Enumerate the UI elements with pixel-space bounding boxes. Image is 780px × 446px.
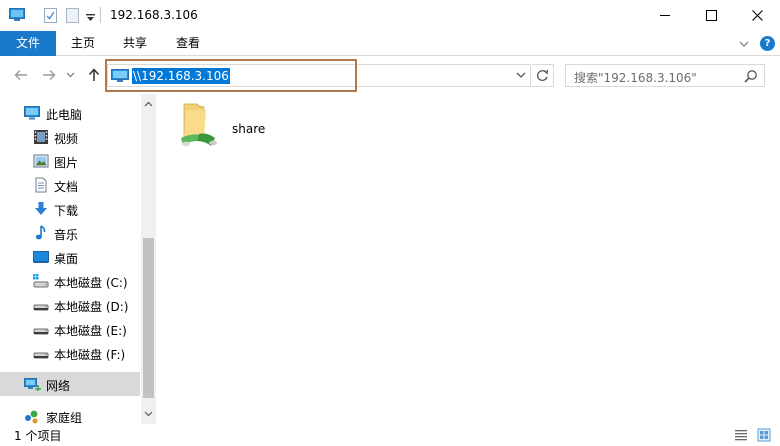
- pictures-icon: [33, 153, 49, 169]
- sidebar-item-pictures[interactable]: 图片: [0, 149, 140, 173]
- sidebar-item-label: 本地磁盘 (C:): [54, 276, 128, 290]
- list-item[interactable]: share: [175, 98, 295, 154]
- desktop-icon: [33, 249, 49, 265]
- sidebar-item-label: 下载: [54, 204, 79, 218]
- up-arrow-icon[interactable]: [85, 67, 103, 83]
- title-separator: [100, 7, 101, 23]
- sidebar-item-label: 图片: [54, 156, 79, 170]
- close-button[interactable]: [734, 0, 780, 31]
- scroll-up-chevron-icon[interactable]: [141, 96, 156, 111]
- drive-icon: [33, 345, 49, 361]
- computer-icon[interactable]: [9, 8, 25, 25]
- scroll-down-chevron-icon[interactable]: [141, 406, 156, 421]
- large-icons-view-icon[interactable]: [757, 428, 771, 442]
- item-name: share: [232, 122, 266, 136]
- sidebar-item-label: 视频: [54, 132, 79, 146]
- help-icon[interactable]: ?: [760, 36, 775, 51]
- sidebar-item-label: 桌面: [54, 252, 79, 266]
- details-view-icon[interactable]: [734, 428, 748, 442]
- recent-locations-chevron-icon[interactable]: [64, 67, 76, 83]
- system-drive-icon: [33, 273, 49, 289]
- customize-toolbar-chevron-icon[interactable]: [86, 11, 95, 25]
- drive-icon: [33, 297, 49, 313]
- sidebar-item-drive-d[interactable]: 本地磁盘 (D:): [0, 293, 140, 317]
- shared-folder-icon: [175, 98, 225, 154]
- computer-icon: [24, 105, 40, 121]
- new-folder-icon[interactable]: [66, 8, 79, 26]
- sidebar-item-label: 本地磁盘 (E:): [54, 324, 127, 338]
- tab-file[interactable]: 文件: [0, 31, 56, 56]
- sidebar-item-label: 本地磁盘 (D:): [54, 300, 129, 314]
- video-icon: [33, 129, 49, 145]
- sidebar-item-label: 网络: [46, 379, 71, 393]
- sidebar-item-desktop[interactable]: 桌面: [0, 245, 140, 269]
- address-row: \\192.168.3.106 搜索"192.168.3.106": [0, 56, 780, 94]
- sidebar-item-downloads[interactable]: 下载: [0, 197, 140, 221]
- sidebar-item-drive-e[interactable]: 本地磁盘 (E:): [0, 317, 140, 341]
- download-icon: [33, 201, 49, 217]
- forward-arrow-icon[interactable]: [40, 67, 58, 83]
- maximize-button[interactable]: [688, 0, 734, 31]
- expand-ribbon-chevron-icon[interactable]: [737, 37, 751, 51]
- back-arrow-icon[interactable]: [12, 67, 30, 83]
- search-placeholder: 搜索"192.168.3.106": [574, 71, 697, 85]
- sidebar-item-videos[interactable]: 视频: [0, 125, 140, 149]
- documents-icon: [33, 177, 49, 193]
- window-title: 192.168.3.106: [110, 8, 198, 22]
- sidebar-item-drive-c[interactable]: 本地磁盘 (C:): [0, 269, 140, 293]
- search-input[interactable]: 搜索"192.168.3.106": [565, 64, 765, 87]
- homegroup-icon: [24, 408, 40, 424]
- refresh-icon[interactable]: [532, 64, 554, 87]
- sidebar-item-label: 本地磁盘 (F:): [54, 348, 126, 362]
- tab-view[interactable]: 查看: [163, 31, 213, 56]
- tab-share[interactable]: 共享: [110, 31, 160, 56]
- sidebar-item-label: 此电脑: [46, 108, 83, 122]
- sidebar-item-label: 文档: [54, 180, 79, 194]
- drive-icon: [33, 321, 49, 337]
- sidebar-item-this-pc[interactable]: 此电脑: [0, 101, 140, 125]
- file-list-view[interactable]: share: [157, 94, 780, 424]
- tab-home[interactable]: 主页: [58, 31, 108, 56]
- music-icon: [33, 225, 49, 241]
- address-history-chevron-icon[interactable]: [515, 69, 527, 81]
- item-count: 1 个项目: [14, 429, 62, 443]
- sidebar-scrollbar-thumb[interactable]: [143, 238, 154, 398]
- sidebar-item-drive-f[interactable]: 本地磁盘 (F:): [0, 341, 140, 365]
- navigation-pane: 此电脑 视频 图片 文档 下载 音乐 桌面 本地磁盘 (C:) 本地磁盘 (D:…: [0, 94, 156, 425]
- sidebar-item-network[interactable]: 网络: [0, 372, 140, 396]
- status-bar: 1 个项目: [0, 424, 780, 446]
- properties-icon[interactable]: [44, 8, 57, 26]
- network-icon: [24, 376, 41, 392]
- sidebar-item-music[interactable]: 音乐: [0, 221, 140, 245]
- search-icon[interactable]: [744, 69, 758, 86]
- title-bar: 192.168.3.106: [0, 0, 780, 31]
- address-highlight-annotation: [105, 59, 357, 92]
- minimize-button[interactable]: [642, 0, 688, 31]
- sidebar-item-documents[interactable]: 文档: [0, 173, 140, 197]
- sidebar-item-label: 音乐: [54, 228, 79, 242]
- ribbon-tabs: 文件 主页 共享 查看 ?: [0, 31, 780, 56]
